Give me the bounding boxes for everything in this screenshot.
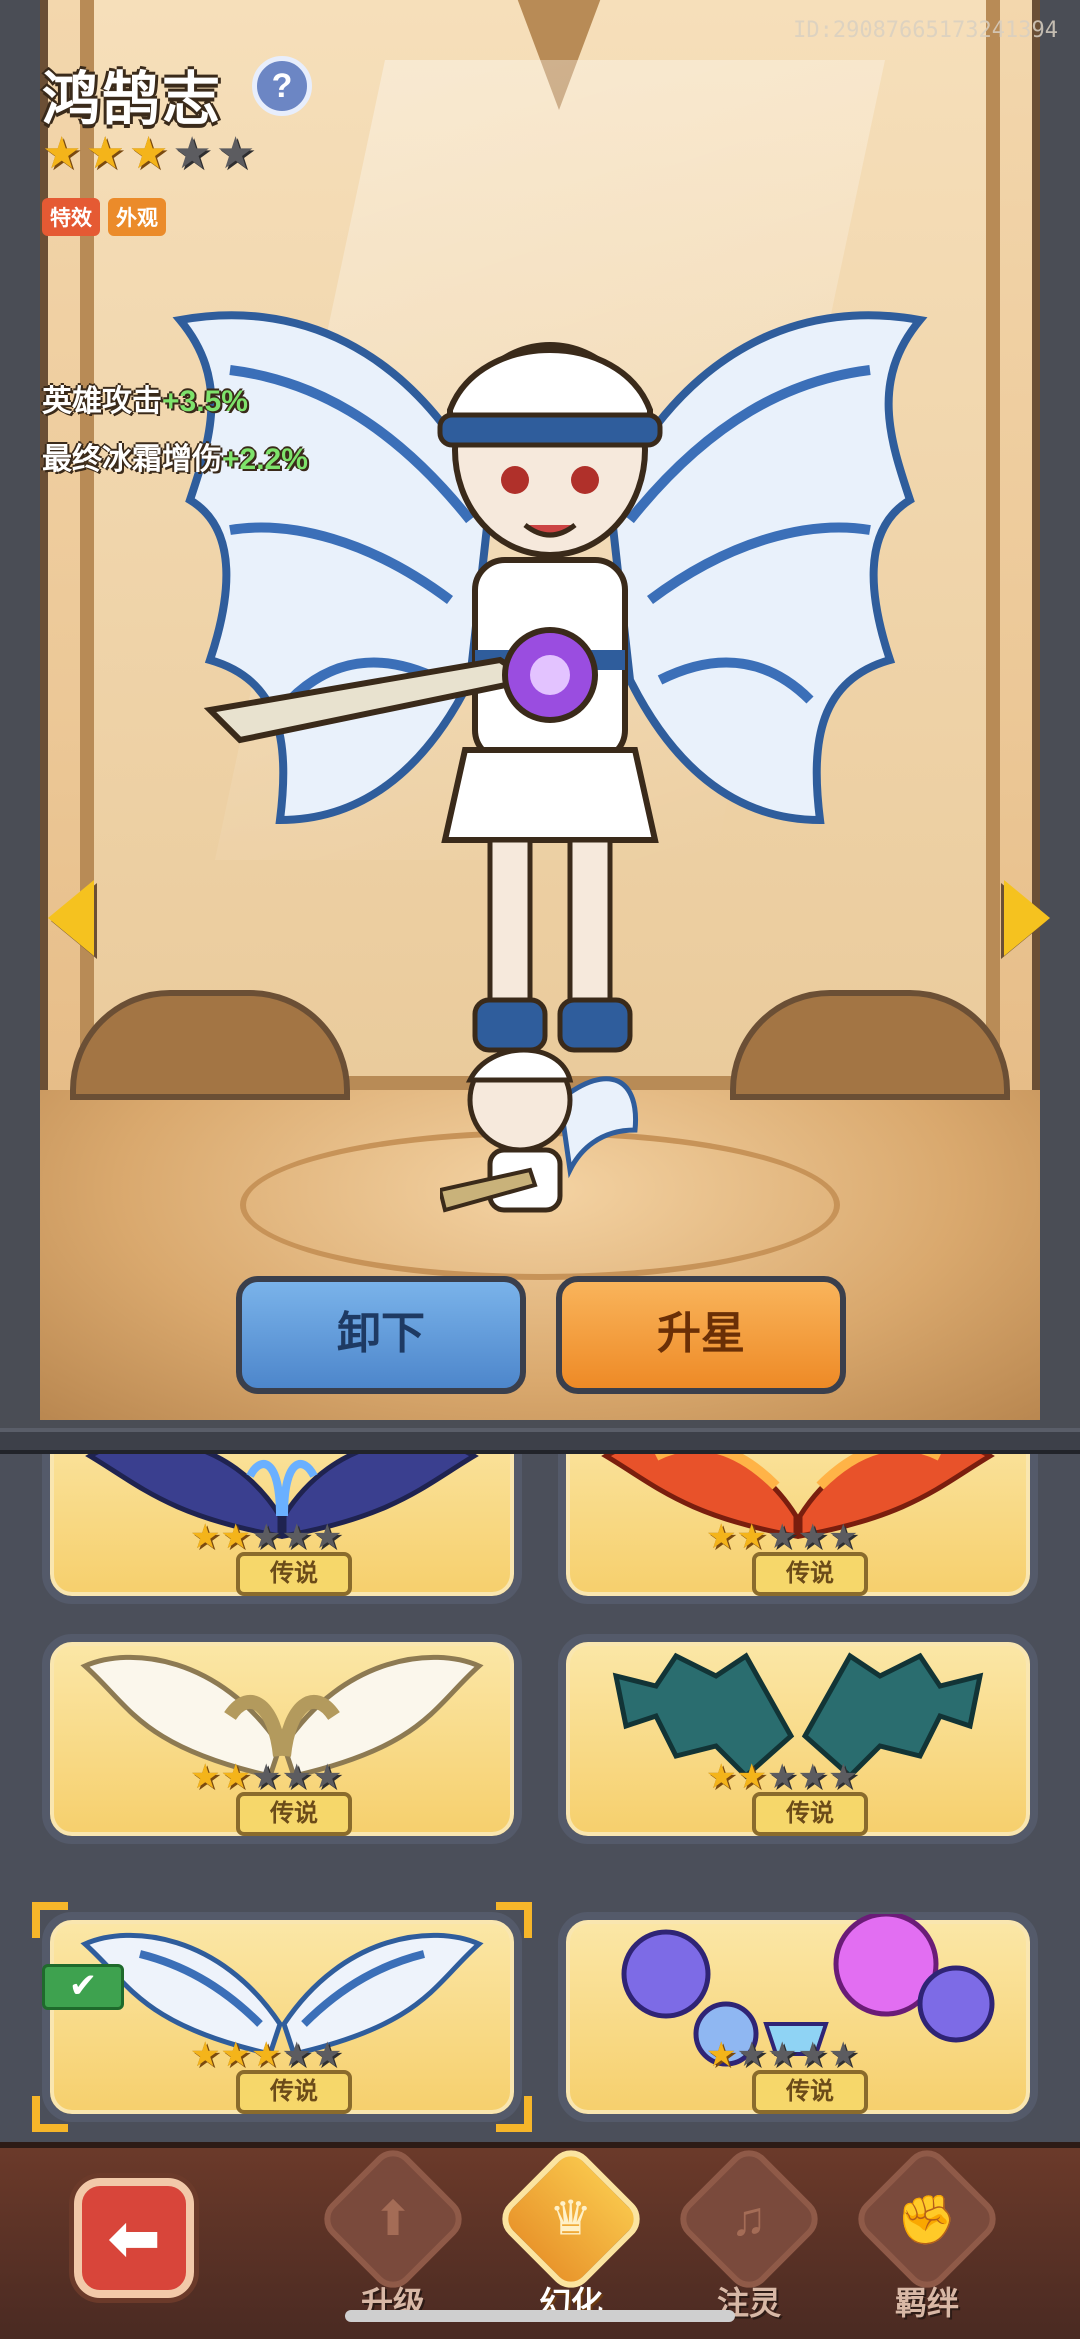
stat-label: 最终冰霜增伤 [42, 443, 222, 476]
star-icon: ★ [281, 1758, 312, 1796]
star-icon: ★ [827, 1518, 859, 1556]
wing-card[interactable]: ★ ★ ★ ★ ★ 传说 [558, 1634, 1038, 1844]
star-icon: ★ [797, 2036, 828, 2074]
card-star-rating: ★ ★ ★ ★ ★ [706, 2038, 858, 2072]
stat-value: +2.2% [222, 443, 308, 476]
arrow-up-icon: ⬆ [315, 2141, 471, 2297]
rarity-badge: 传说 [752, 2070, 868, 2114]
card-star-rating: ★ ★ ★ ★ ★ [706, 1760, 858, 1794]
tag-effect: 特效 [42, 198, 100, 236]
star-icon: ★ [190, 1758, 221, 1796]
star-icon: ★ [766, 1518, 798, 1556]
star-icon: ★ [42, 129, 82, 178]
rarity-badge: 传说 [752, 1552, 868, 1596]
home-indicator[interactable] [345, 2310, 735, 2322]
unequip-button[interactable]: 卸下 [236, 1276, 526, 1394]
panel-divider [0, 1428, 1080, 1454]
selection-corner [496, 2096, 532, 2132]
wing-card[interactable]: ★ ★ ★ ★ ★ 传说 [42, 1454, 522, 1604]
fist-icon: ✊ [849, 2141, 1005, 2297]
star-icon: ★ [85, 129, 125, 178]
hero-stage: ID:29087665173241394 鸿鹄志 ? ★ ★ ★ ★ ★ 特效 … [0, 0, 1080, 1430]
selection-corner [496, 1902, 532, 1938]
star-icon: ★ [736, 1518, 767, 1556]
selection-corner [32, 2096, 68, 2132]
star-icon: ★ [311, 2036, 343, 2074]
back-arrow-icon: ⬅ [107, 2201, 161, 2274]
wing-card-grid: ★ ★ ★ ★ ★ 传说 ★ ★ ★ ★ ★ 传说 ★ ★ ★ ★ ★ 传说 ★ ★ ★ [0, 1454, 1080, 2142]
stat-row: 最终冰霜增伤+2.2% [42, 434, 308, 478]
question-icon: ? [271, 67, 293, 105]
card-star-rating: ★ ★ ★ ★ ★ [190, 2038, 342, 2072]
star-icon: ★ [827, 1758, 859, 1796]
stat-row: 英雄攻击+3.5% [42, 376, 308, 420]
equipped-check-icon: ✔ [42, 1964, 124, 2010]
star-icon: ★ [311, 1518, 343, 1556]
wing-card[interactable]: ★ ★ ★ ★ ★ 传说 [558, 1454, 1038, 1604]
star-icon: ★ [220, 2036, 251, 2074]
star-icon: ★ [797, 1758, 828, 1796]
star-icon: ★ [215, 129, 256, 178]
nav-tab-upgrade[interactable]: ⬆ 升级 [315, 2141, 471, 2334]
star-icon: ★ [220, 1518, 251, 1556]
card-star-rating: ★ ★ ★ ★ ★ [190, 1520, 342, 1554]
star-up-button[interactable]: 升星 [556, 1276, 846, 1394]
star-icon: ★ [190, 2036, 221, 2074]
star-icon: ★ [250, 1518, 282, 1556]
wing-card[interactable]: ★ ★ ★ ★ ★ 传说 [42, 1634, 522, 1844]
star-icon: ★ [797, 1518, 828, 1556]
nav-tab-infuse[interactable]: ♫ 注灵 [671, 2141, 827, 2334]
star-icon: ★ [766, 2036, 798, 2074]
card-star-rating: ★ ★ ★ ★ ★ [706, 1520, 858, 1554]
star-icon: ★ [220, 1758, 251, 1796]
sword-art [203, 627, 598, 744]
player-id-text: ID:29087665173241394 [793, 18, 1058, 43]
rarity-badge: 传说 [236, 2070, 352, 2114]
star-icon: ★ [250, 1758, 282, 1796]
rarity-badge: 传说 [236, 1792, 352, 1836]
star-icon: ★ [172, 129, 212, 178]
fox-emblem-icon: ♛ [493, 2141, 649, 2297]
hero-tags: 特效 外观 [42, 198, 166, 236]
star-icon: ★ [128, 129, 169, 178]
hero-name: 鸿鹄志 [42, 67, 223, 132]
star-icon: ★ [281, 1518, 312, 1556]
nav-tab-bond[interactable]: ✊ 羁绊 [849, 2141, 1005, 2334]
harp-icon: ♫ [671, 2141, 827, 2297]
star-icon: ★ [706, 2036, 737, 2074]
star-icon: ★ [766, 1758, 798, 1796]
prev-arrow-icon[interactable] [48, 880, 94, 956]
star-icon: ★ [311, 1758, 343, 1796]
hero-star-rating: ★ ★ ★ ★ ★ [42, 132, 255, 176]
rarity-badge: 传说 [752, 1792, 868, 1836]
star-icon: ★ [736, 1758, 767, 1796]
back-button[interactable]: ⬅ [74, 2178, 194, 2298]
hero-stats: 英雄攻击+3.5% 最终冰霜增伤+2.2% [42, 376, 308, 492]
star-icon: ★ [190, 1518, 221, 1556]
help-button[interactable]: ? [252, 56, 312, 116]
star-icon: ★ [250, 2036, 282, 2074]
stat-value: +3.5% [162, 385, 248, 418]
stat-label: 英雄攻击 [42, 385, 162, 418]
star-icon: ★ [827, 2036, 859, 2074]
star-icon: ★ [706, 1758, 737, 1796]
wing-card-selected[interactable]: ✔ ★ ★ ★ ★ ★ 传说 [32, 1902, 532, 2132]
selection-corner [32, 1902, 68, 1938]
star-icon: ★ [706, 1518, 737, 1556]
mini-hero-preview [440, 1047, 639, 1213]
nav-tab-transform[interactable]: ♛ 幻化 [493, 2141, 649, 2334]
tag-appearance: 外观 [108, 198, 166, 236]
star-icon: ★ [736, 2036, 767, 2074]
wing-card[interactable]: ★ ★ ★ ★ ★ 传说 [558, 1912, 1038, 2122]
card-star-rating: ★ ★ ★ ★ ★ [190, 1760, 342, 1794]
next-arrow-icon[interactable] [1004, 880, 1050, 956]
rarity-badge: 传说 [236, 1552, 352, 1596]
star-icon: ★ [281, 2036, 312, 2074]
